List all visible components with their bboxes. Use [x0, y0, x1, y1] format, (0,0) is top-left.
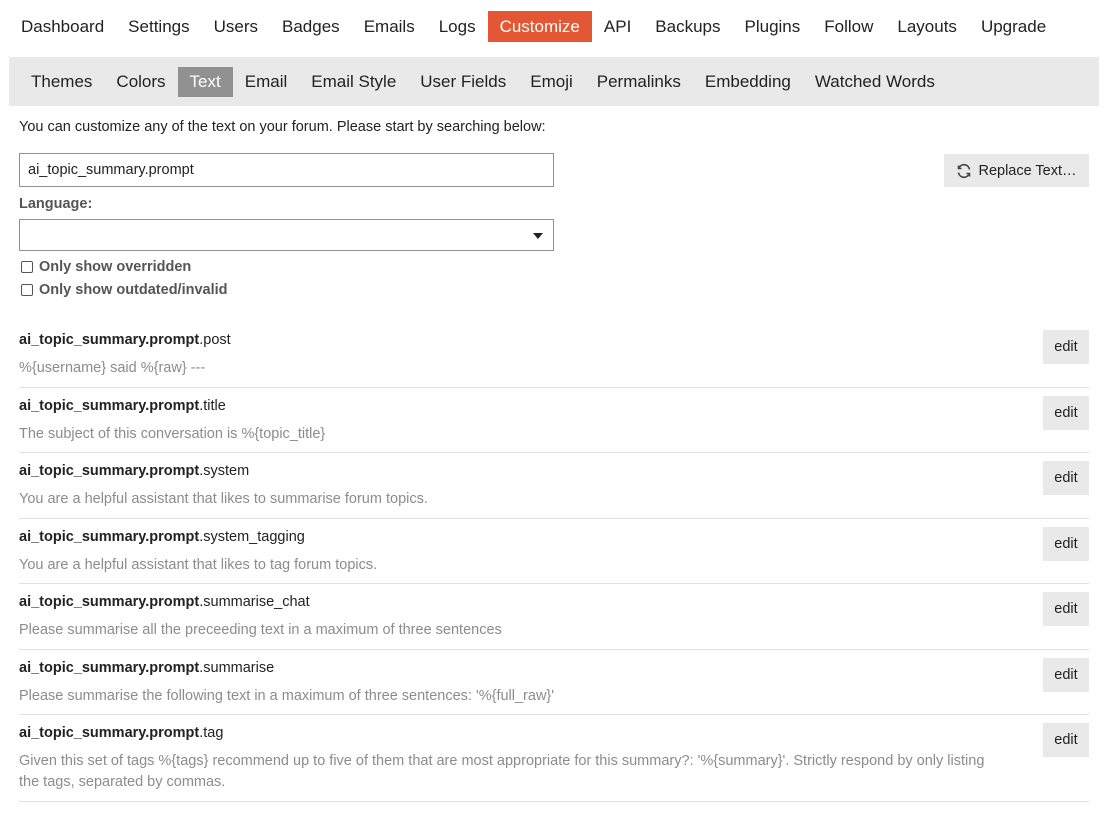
checkbox[interactable]	[21, 261, 33, 273]
result-key: ai_topic_summary.prompt.summarise_chat	[19, 594, 310, 610]
result-key-suffix: .system_tagging	[199, 529, 305, 545]
result-row: ai_topic_summary.prompt.post %{username} …	[19, 322, 1089, 388]
replace-text-label: Replace Text…	[978, 162, 1077, 179]
sub-nav-tab-text[interactable]: Text	[177, 66, 233, 97]
top-nav-tab-dashboard[interactable]: Dashboard	[9, 11, 116, 42]
sub-nav-tab-watched-words[interactable]: Watched Words	[803, 67, 947, 97]
sub-nav-tab-colors[interactable]: Colors	[104, 67, 177, 97]
top-nav-tab-api[interactable]: API	[592, 11, 643, 42]
result-key-match: ai_topic_summary.prompt	[19, 660, 200, 676]
top-nav-tab-follow[interactable]: Follow	[812, 11, 885, 42]
result-value: You are a helpful assistant that likes t…	[19, 491, 428, 507]
filter-label: Only show outdated/invalid	[39, 282, 228, 298]
edit-button[interactable]: edit	[1043, 723, 1089, 757]
language-select[interactable]	[19, 219, 554, 251]
edit-button[interactable]: edit	[1043, 330, 1089, 364]
sub-nav-tab-email-style[interactable]: Email Style	[299, 67, 408, 97]
edit-button[interactable]: edit	[1043, 592, 1089, 626]
language-label: Language:	[19, 196, 93, 212]
result-value: %{username} said %{raw} ---	[19, 360, 206, 376]
result-row: ai_topic_summary.prompt.title The subject…	[19, 388, 1089, 453]
result-row: ai_topic_summary.prompt.system_tagging Yo…	[19, 519, 1089, 584]
top-nav-tab-settings[interactable]: Settings	[116, 11, 201, 42]
sub-nav-tab-embedding[interactable]: Embedding	[693, 67, 803, 97]
result-key-match: ai_topic_summary.prompt	[19, 398, 200, 414]
filter-label: Only show overridden	[39, 259, 192, 275]
sub-nav-tab-user-fields[interactable]: User Fields	[408, 67, 518, 97]
sub-nav-tab-themes[interactable]: Themes	[19, 67, 104, 97]
result-key: ai_topic_summary.prompt.system	[19, 463, 249, 479]
intro-text: You can customize any of the text on you…	[19, 119, 546, 135]
sub-nav-tab-permalinks[interactable]: Permalinks	[585, 67, 693, 97]
top-nav-tab-logs[interactable]: Logs	[427, 11, 488, 42]
result-value: You are a helpful assistant that likes t…	[19, 557, 378, 573]
result-key: ai_topic_summary.prompt.title	[19, 398, 226, 414]
filter-overridden[interactable]: Only show overridden	[21, 259, 191, 275]
top-nav-tab-upgrade[interactable]: Upgrade	[969, 11, 1058, 42]
admin-top-nav: Dashboard Settings Users Badges Emails Logs Cu…	[9, 11, 1058, 42]
result-row: ai_topic_summary.prompt.summarise_chat Pl…	[19, 584, 1089, 650]
edit-button[interactable]: edit	[1043, 461, 1089, 495]
top-nav-tab-badges[interactable]: Badges	[270, 11, 352, 42]
result-key-suffix: .title	[199, 398, 226, 414]
checkbox[interactable]	[21, 284, 33, 296]
sub-nav-tab-email[interactable]: Email	[233, 67, 300, 97]
result-value: Please summarise the following text in a…	[19, 688, 555, 704]
top-nav-tab-plugins[interactable]: Plugins	[733, 11, 813, 42]
result-key: ai_topic_summary.prompt.post	[19, 332, 231, 348]
result-key: ai_topic_summary.prompt.summarise	[19, 660, 274, 676]
edit-button[interactable]: edit	[1043, 396, 1089, 430]
top-nav-tab-layouts[interactable]: Layouts	[885, 11, 969, 42]
result-key-match: ai_topic_summary.prompt	[19, 332, 200, 348]
top-nav-tab-customize[interactable]: Customize	[487, 11, 592, 42]
search-results: ai_topic_summary.prompt.post %{username} …	[19, 322, 1089, 802]
result-row: ai_topic_summary.prompt.tag Given this se…	[19, 715, 1089, 802]
result-key-match: ai_topic_summary.prompt	[19, 463, 200, 479]
customize-sub-nav: Themes Colors Text Email Email Style User Fie…	[9, 57, 1099, 106]
result-key: ai_topic_summary.prompt.system_tagging	[19, 529, 305, 545]
caret-down-icon	[533, 233, 543, 239]
sub-nav-tab-emoji[interactable]: Emoji	[518, 67, 585, 97]
result-key-match: ai_topic_summary.prompt	[19, 529, 200, 545]
result-value: Please summarise all the preceeding text…	[19, 622, 502, 638]
result-key-match: ai_topic_summary.prompt	[19, 594, 200, 610]
result-key-suffix: .tag	[199, 725, 224, 741]
result-key: ai_topic_summary.prompt.tag	[19, 725, 223, 741]
top-nav-tab-users[interactable]: Users	[202, 11, 270, 42]
top-nav-tab-backups[interactable]: Backups	[643, 11, 732, 42]
result-key-suffix: .system	[199, 463, 250, 479]
replace-text-button[interactable]: Replace Text…	[944, 154, 1089, 187]
edit-button[interactable]: edit	[1043, 527, 1089, 561]
result-key-suffix: .summarise_chat	[199, 594, 310, 610]
result-row: ai_topic_summary.prompt.system You are a …	[19, 453, 1089, 519]
result-value: Given this set of tags %{tags} recommend…	[19, 753, 985, 790]
result-key-suffix: .post	[199, 332, 231, 348]
result-key-suffix: .summarise	[199, 660, 275, 676]
result-row: ai_topic_summary.prompt.summarise Please …	[19, 650, 1089, 715]
result-value: The subject of this conversation is %{to…	[19, 426, 326, 442]
result-key-match: ai_topic_summary.prompt	[19, 725, 200, 741]
search-input[interactable]	[19, 153, 554, 187]
filter-outdated[interactable]: Only show outdated/invalid	[21, 282, 228, 298]
sync-icon	[958, 163, 971, 178]
edit-button[interactable]: edit	[1043, 658, 1089, 692]
top-nav-tab-emails[interactable]: Emails	[352, 11, 427, 42]
